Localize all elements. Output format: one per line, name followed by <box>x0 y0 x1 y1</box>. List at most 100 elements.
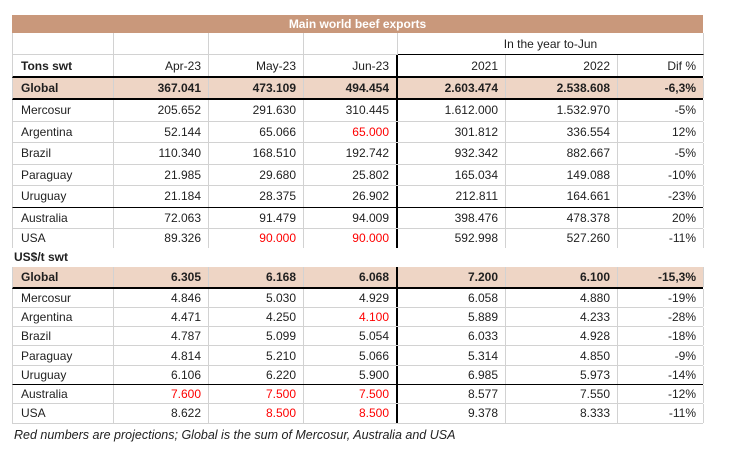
cell-2022: 149.088 <box>506 165 618 186</box>
cell-2022: 8.333 <box>506 404 618 422</box>
cell-may23: 6.220 <box>209 366 304 384</box>
empty-cell <box>13 33 114 55</box>
cell-2022: 527.260 <box>506 229 618 248</box>
row-label: Mercosur <box>13 289 114 307</box>
cell-jun23: 6.068 <box>304 267 398 287</box>
cell-apr23: 21.985 <box>114 165 209 186</box>
cell-2021: 6.058 <box>398 289 506 307</box>
cell-apr23: 4.846 <box>114 289 209 307</box>
cell-apr23: 72.063 <box>114 208 209 228</box>
cell-may23: 4.250 <box>209 308 304 326</box>
cell-2021: 9.378 <box>398 404 506 422</box>
cell-jun23: 5.900 <box>304 366 398 384</box>
cell-2022: 4.233 <box>506 308 618 326</box>
row-label: Brazil <box>13 327 114 345</box>
cell-may23: 5.099 <box>209 327 304 345</box>
row-label: USA <box>13 229 114 248</box>
cell-2022: 4.928 <box>506 327 618 345</box>
cell-2021: 592.998 <box>398 229 506 248</box>
cell-may23-projection: 90.000 <box>209 229 304 248</box>
cell-2021: 6.985 <box>398 366 506 384</box>
cell-apr23: 4.471 <box>114 308 209 326</box>
cell-2021: 212.811 <box>398 186 506 207</box>
cell-jun23-projection: 8.500 <box>304 404 398 422</box>
cell-2021: 5.889 <box>398 308 506 326</box>
cell-may23: 168.510 <box>209 143 304 164</box>
cell-dif: -18% <box>618 327 704 345</box>
column-header-row: Tons swt Apr-23 May-23 Jun-23 2021 2022 … <box>12 55 703 78</box>
cell-2022: 164.661 <box>506 186 618 207</box>
cell-dif: -28% <box>618 308 704 326</box>
cell-jun23-projection: 90.000 <box>304 229 398 248</box>
cell-2022: 882.667 <box>506 143 618 164</box>
cell-may23: 91.479 <box>209 208 304 228</box>
cell-2022: 4.850 <box>506 346 618 364</box>
cell-may23: 28.375 <box>209 186 304 207</box>
cell-jun23: 4.929 <box>304 289 398 307</box>
cell-apr23: 6.106 <box>114 366 209 384</box>
cell-dif: -11% <box>618 404 704 422</box>
table-title: Main world beef exports <box>12 15 703 33</box>
row-label: Paraguay <box>13 165 114 186</box>
unit-label-row: US$/t swt <box>12 248 703 267</box>
cell-jun23-projection: 4.100 <box>304 308 398 326</box>
cell-apr23: 52.144 <box>114 122 209 143</box>
cell-apr23: 8.622 <box>114 404 209 422</box>
cell-may23: 6.168 <box>209 267 304 287</box>
col-header-may23: May-23 <box>209 55 304 76</box>
cell-2021: 1.612.000 <box>398 100 506 121</box>
table-row-paraguay-usd: Paraguay 4.814 5.210 5.066 5.314 4.850 -… <box>12 346 703 365</box>
cell-jun23: 26.902 <box>304 186 398 207</box>
cell-2021: 5.314 <box>398 346 506 364</box>
year-group-header: In the year to-Jun <box>398 33 704 55</box>
cell-jun23-projection: 7.500 <box>304 385 398 403</box>
cell-dif: -23% <box>618 186 704 207</box>
table-row-uruguay-tons: Uruguay 21.184 28.375 26.902 212.811 164… <box>12 186 703 208</box>
row-label: Mercosur <box>13 100 114 121</box>
cell-2021: 2.603.474 <box>398 78 506 98</box>
footnote: Red numbers are projections; Global is t… <box>12 428 703 442</box>
cell-may23-projection: 8.500 <box>209 404 304 422</box>
cell-2022: 1.532.970 <box>506 100 618 121</box>
table-row-mercosur-tons: Mercosur 205.652 291.630 310.445 1.612.0… <box>12 100 703 122</box>
cell-2021: 301.812 <box>398 122 506 143</box>
beef-exports-table: Main world beef exports In the year to-J… <box>12 15 703 442</box>
table-row-brazil-tons: Brazil 110.340 168.510 192.742 932.342 8… <box>12 143 703 165</box>
cell-2021: 6.033 <box>398 327 506 345</box>
table-row-argentina-usd: Argentina 4.471 4.250 4.100 5.889 4.233 … <box>12 308 703 327</box>
cell-apr23: 367.041 <box>114 78 209 98</box>
table-row-usa-tons: USA 89.326 90.000 90.000 592.998 527.260… <box>12 229 703 248</box>
table-row-brazil-usd: Brazil 4.787 5.099 5.054 6.033 4.928 -18… <box>12 327 703 346</box>
table-row-global-tons: Global 367.041 473.109 494.454 2.603.474… <box>12 78 703 100</box>
row-label: Global <box>13 267 114 287</box>
cell-dif: -6,3% <box>618 78 704 98</box>
empty-cell <box>209 33 304 55</box>
cell-2022: 336.554 <box>506 122 618 143</box>
cell-dif: 12% <box>618 122 704 143</box>
row-label: USA <box>13 404 114 422</box>
cell-may23: 29.680 <box>209 165 304 186</box>
cell-dif: -11% <box>618 229 704 248</box>
row-label: Paraguay <box>13 346 114 364</box>
table-row-australia-usd: Australia 7.600 7.500 7.500 8.577 7.550 … <box>12 385 703 404</box>
table-row-uruguay-usd: Uruguay 6.106 6.220 5.900 6.985 5.973 -1… <box>12 366 703 385</box>
cell-apr23: 21.184 <box>114 186 209 207</box>
cell-2021: 7.200 <box>398 267 506 287</box>
col-header-dif: Dif % <box>618 55 704 76</box>
cell-apr23: 89.326 <box>114 229 209 248</box>
row-label: Uruguay <box>13 186 114 207</box>
cell-dif: -14% <box>618 366 704 384</box>
group-header-row: In the year to-Jun <box>12 33 703 55</box>
cell-may23: 65.066 <box>209 122 304 143</box>
cell-2022: 7.550 <box>506 385 618 403</box>
cell-dif: -19% <box>618 289 704 307</box>
table-row-usa-usd: USA 8.622 8.500 8.500 9.378 8.333 -11% <box>12 404 703 423</box>
table-row-australia-tons: Australia 72.063 91.479 94.009 398.476 4… <box>12 208 703 229</box>
cell-may23-projection: 7.500 <box>209 385 304 403</box>
cell-jun23: 94.009 <box>304 208 398 228</box>
col-header-apr23: Apr-23 <box>114 55 209 76</box>
col-header-2021: 2021 <box>398 55 506 76</box>
cell-may23: 473.109 <box>209 78 304 98</box>
cell-jun23: 192.742 <box>304 143 398 164</box>
cell-2022: 478.378 <box>506 208 618 228</box>
